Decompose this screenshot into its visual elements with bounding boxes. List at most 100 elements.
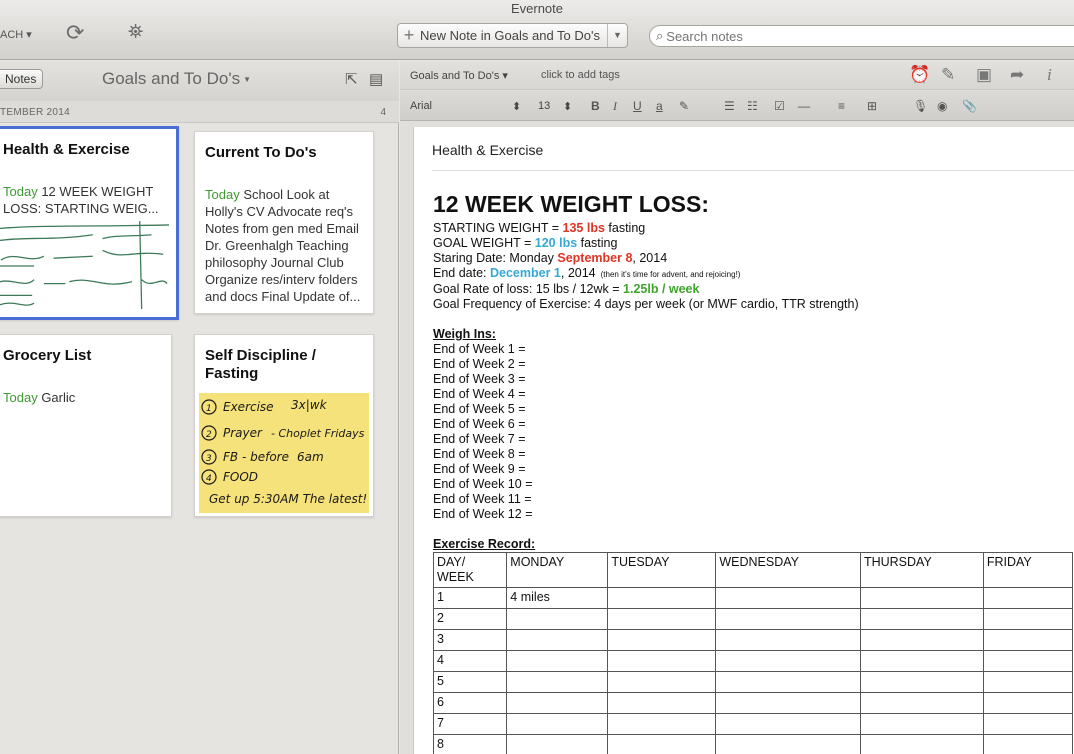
table-cell[interactable] [982, 650, 1074, 672]
share-icon[interactable]: ⇱ [345, 70, 358, 88]
svg-text:Exercise: Exercise [223, 400, 274, 414]
info-icon[interactable]: i [1047, 65, 1052, 85]
note-card[interactable]: Current To Do's Today School Look at Hol… [194, 131, 374, 314]
numbered-list-icon[interactable]: ☷ [747, 99, 758, 113]
table-cell[interactable]: 2 [432, 608, 508, 630]
table-cell[interactable] [715, 692, 861, 714]
font-stepper-icon[interactable]: ⬍ [512, 100, 521, 113]
sync-icon[interactable]: ⟳ [66, 20, 84, 46]
table-cell[interactable] [506, 692, 609, 714]
satellite-icon[interactable]: ⛯ [128, 22, 143, 44]
table-cell[interactable] [715, 713, 861, 735]
table-cell[interactable] [859, 671, 984, 693]
table-cell[interactable] [506, 650, 609, 672]
table-cell[interactable]: 7 [432, 713, 508, 735]
annotate-icon[interactable]: ✎ [941, 65, 955, 85]
table-cell[interactable] [982, 608, 1074, 630]
table-row: 2 [432, 608, 1074, 630]
table-cell[interactable] [607, 650, 717, 672]
table-cell[interactable] [607, 671, 717, 693]
search-input[interactable] [666, 28, 1047, 44]
table-row: 7 [432, 713, 1074, 735]
attachment-icon[interactable]: 📎 [962, 99, 977, 113]
align-icon[interactable]: ≡ [838, 99, 845, 113]
text-color-button[interactable]: a [656, 99, 663, 113]
table-cell[interactable] [859, 713, 984, 735]
table-cell[interactable] [982, 587, 1074, 609]
table-cell[interactable] [859, 587, 984, 609]
table-cell[interactable] [715, 608, 861, 630]
note-body[interactable]: Health & Exercise 12 WEEK WEIGHT LOSS: S… [413, 127, 1074, 754]
table-cell[interactable] [607, 713, 717, 735]
note-card[interactable]: Grocery List Today Garlic [0, 334, 172, 517]
table-cell[interactable] [506, 734, 609, 754]
table-cell[interactable] [715, 650, 861, 672]
camera-icon[interactable]: ◉ [937, 99, 947, 113]
note-card-snippet: Today 12 WEEK WEIGHT LOSS: STARTING WEIG… [3, 183, 163, 217]
table-cell[interactable] [982, 734, 1074, 754]
search-field[interactable]: ⌕ [649, 25, 1074, 47]
table-cell[interactable] [506, 713, 609, 735]
notebook-selector[interactable]: Goals and To Do's ▼ [102, 69, 251, 89]
table-cell[interactable] [607, 692, 717, 714]
table-cell[interactable] [506, 629, 609, 651]
note-card[interactable]: Health & Exercise Today 12 WEEK WEIGHT L… [0, 126, 179, 320]
chevron-down-icon[interactable]: ▼ [607, 24, 627, 47]
horizontal-rule-icon[interactable]: — [798, 99, 810, 113]
table-cell[interactable] [982, 713, 1074, 735]
table-cell[interactable] [859, 650, 984, 672]
microphone-icon[interactable]: 🎙 [913, 99, 928, 113]
table-cell[interactable] [607, 608, 717, 630]
table-cell[interactable] [859, 608, 984, 630]
table-cell[interactable] [506, 608, 609, 630]
table-cell[interactable] [715, 587, 861, 609]
table-cell[interactable]: 4 [432, 650, 508, 672]
table-cell[interactable] [859, 629, 984, 651]
table-cell[interactable] [607, 734, 717, 754]
table-cell[interactable] [982, 671, 1074, 693]
table-cell[interactable]: 8 [432, 734, 508, 754]
new-note-button[interactable]: + New Note in Goals and To Do's ▼ [397, 23, 628, 48]
presentation-icon[interactable]: ▣ [976, 65, 992, 85]
italic-button[interactable]: I [613, 99, 617, 114]
svg-text:4: 4 [206, 474, 212, 484]
notes-button[interactable]: Notes [0, 69, 44, 89]
table-cell[interactable] [607, 587, 717, 609]
table-cell[interactable] [607, 629, 717, 651]
font-size-select[interactable]: 13 [538, 100, 550, 112]
table-cell[interactable] [506, 671, 609, 693]
note-notebook-selector[interactable]: Goals and To Do's ▾ [410, 69, 508, 82]
bold-button[interactable]: B [591, 99, 600, 113]
share-arrow-icon[interactable]: ➦ [1010, 65, 1024, 85]
chevron-down-icon: ▼ [243, 75, 251, 85]
reminder-icon[interactable]: ⏰ [909, 65, 930, 85]
checkbox-icon[interactable]: ☑ [774, 99, 785, 113]
bullet-list-icon[interactable]: ☰ [724, 99, 735, 113]
table-cell[interactable] [859, 734, 984, 754]
table-cell[interactable] [715, 734, 861, 754]
table-cell[interactable]: 1 [432, 587, 508, 609]
table-cell[interactable] [982, 692, 1074, 714]
note-title-field[interactable]: Health & Exercise [432, 142, 543, 158]
highlight-icon[interactable]: ✎ [679, 99, 689, 113]
table-cell[interactable]: 6 [432, 692, 508, 714]
table-cell[interactable] [715, 629, 861, 651]
table-cell[interactable]: 4 miles [506, 587, 609, 609]
table-cell[interactable] [859, 692, 984, 714]
account-menu[interactable]: ACH ▾ [0, 28, 32, 41]
exercise-table[interactable]: DAY/ WEEK MONDAY TUESDAY WEDNESDAY THURSDAY F… [432, 552, 1074, 754]
view-toggle-icon[interactable]: ▤ [369, 70, 383, 88]
table-cell[interactable]: 3 [432, 629, 508, 651]
note-card[interactable]: 1 2 3 4 Exercise 3x|wk Prayer - Choplet Frida… [194, 334, 374, 517]
size-stepper-icon[interactable]: ⬍ [563, 100, 572, 113]
table-cell[interactable] [715, 671, 861, 693]
font-family-select[interactable]: Arial [410, 100, 432, 112]
table-icon[interactable]: ⊞ [867, 99, 877, 113]
start-date-line: Staring Date: Monday September 8, 2014 [433, 251, 1073, 266]
tags-field[interactable]: click to add tags [541, 69, 620, 81]
table-cell[interactable] [982, 629, 1074, 651]
underline-button[interactable]: U [633, 99, 642, 113]
note-card-date: Today [3, 390, 38, 405]
table-cell[interactable]: 5 [432, 671, 508, 693]
note-content[interactable]: 12 WEEK WEIGHT LOSS: STARTING WEIGHT = 1… [432, 190, 1074, 754]
